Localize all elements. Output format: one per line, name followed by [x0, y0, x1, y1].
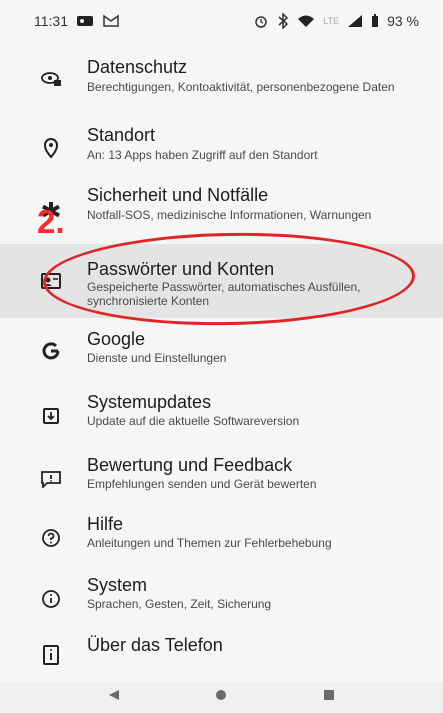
item-subtitle: Notfall-SOS, medizinische Informationen,…	[87, 208, 372, 222]
item-subtitle: Empfehlungen senden und Gerät bewerten	[87, 477, 317, 491]
info-icon	[38, 586, 64, 612]
settings-item-google[interactable]: Google Dienste und Einstellungen	[0, 322, 443, 396]
system-update-icon	[38, 403, 64, 429]
wifi-icon	[297, 14, 315, 28]
bluetooth-icon	[277, 13, 289, 29]
item-title: Sicherheit und Notfälle	[87, 185, 269, 205]
lte-indicator: LTE	[323, 16, 340, 26]
help-icon	[38, 525, 64, 551]
signal-icon	[347, 14, 363, 28]
location-pin-icon	[38, 135, 64, 161]
item-title: System	[87, 575, 148, 595]
item-subtitle: Update auf die aktuelle Softwareversion	[87, 414, 300, 428]
battery-level: 93 %	[387, 13, 419, 29]
item-subtitle: Berechtigungen, Kontoaktivität, personen…	[87, 80, 395, 94]
annotation-step-number: 2.	[37, 203, 65, 240]
settings-item-datenschutz[interactable]: Datenschutz Berechtigungen, Kontoaktivit…	[0, 46, 443, 120]
back-icon[interactable]	[107, 688, 121, 707]
item-subtitle: Sprachen, Gesten, Zeit, Sicherung	[87, 597, 272, 611]
phone-info-icon	[38, 642, 64, 668]
alarm-icon	[253, 13, 269, 29]
status-right: LTE 93 %	[253, 13, 419, 29]
item-subtitle: Dienste und Einstellungen	[87, 351, 227, 365]
item-subtitle: Anleitungen und Themen zur Fehlerbehebun…	[87, 536, 332, 550]
mail-notification-icon	[102, 14, 120, 28]
google-icon	[38, 338, 64, 364]
item-title: Systemupdates	[87, 392, 212, 412]
feedback-icon	[38, 466, 64, 492]
clock: 11:31	[34, 13, 68, 29]
item-title: Google	[87, 329, 146, 349]
battery-icon	[371, 14, 379, 28]
item-title: Bewertung und Feedback	[87, 455, 293, 475]
recents-icon[interactable]	[322, 688, 336, 707]
home-icon[interactable]	[214, 688, 228, 707]
eye-lock-icon	[38, 65, 64, 91]
item-title: Hilfe	[87, 514, 124, 534]
image-notification-icon	[76, 15, 94, 27]
item-subtitle: An: 13 Apps haben Zugriff auf den Stando…	[87, 148, 318, 162]
item-title: Datenschutz	[87, 57, 188, 77]
item-title: Über das Telefon	[87, 635, 223, 655]
settings-list: Datenschutz Berechtigungen, Kontoaktivit…	[0, 42, 443, 665]
status-bar: 11:31 LTE 93 %	[0, 0, 443, 42]
item-title: Standort	[87, 125, 156, 145]
status-left: 11:31	[34, 13, 120, 29]
navigation-bar	[0, 682, 443, 713]
